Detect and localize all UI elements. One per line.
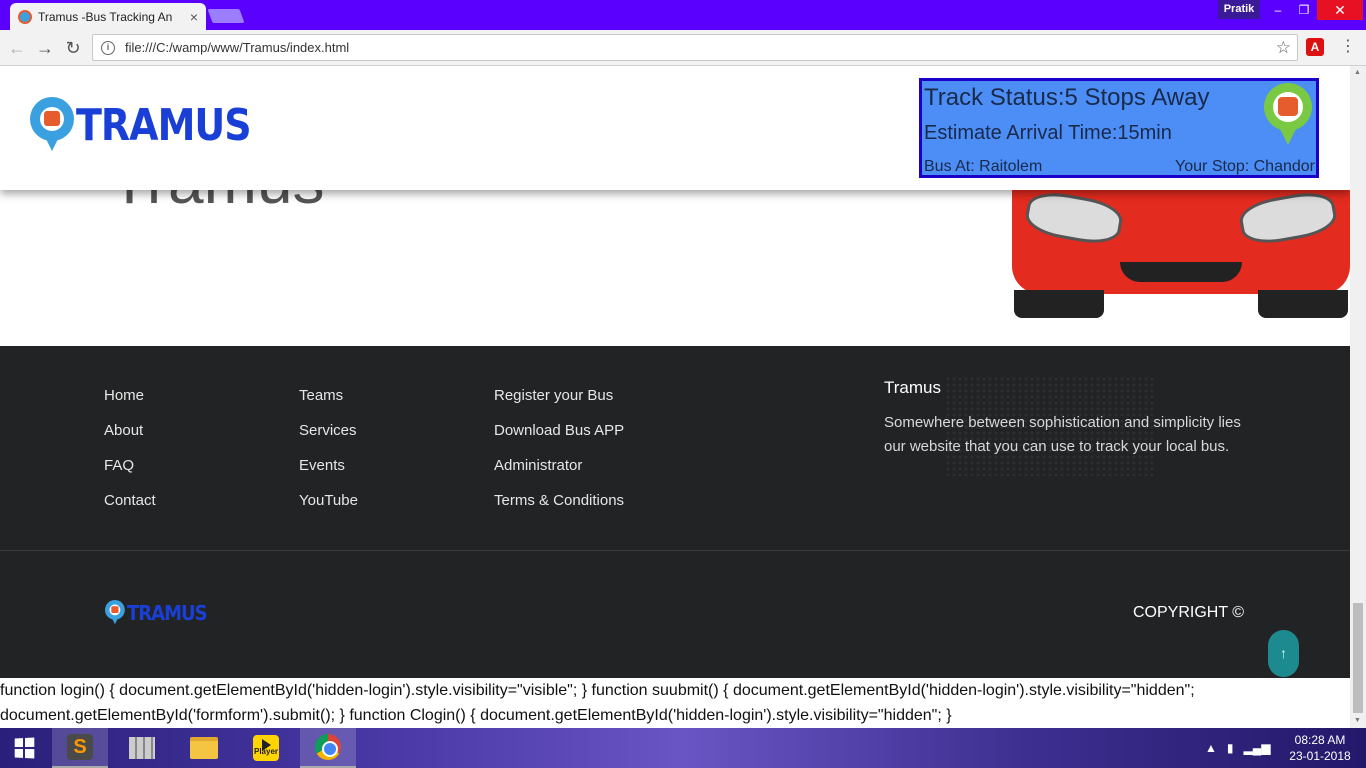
footer-about-title: Tramus	[884, 378, 941, 397]
close-window-button[interactable]: ✕	[1317, 0, 1363, 20]
taskbar-player[interactable]: Player	[238, 728, 294, 768]
bus-pin-icon	[105, 600, 125, 625]
maximize-button[interactable]: ❐	[1291, 0, 1317, 20]
app-blocks-icon	[129, 737, 155, 759]
battery-icon[interactable]: ▮	[1227, 741, 1234, 755]
bus-grille	[1120, 262, 1242, 282]
footer-link-teams[interactable]: Teams	[299, 386, 358, 421]
extension-icon[interactable]: A	[1306, 38, 1324, 56]
site-info-icon[interactable]: i	[101, 40, 115, 55]
forward-button[interactable]: →	[33, 36, 57, 60]
url-text[interactable]: file:///C:/wamp/www/Tramus/index.html	[125, 40, 1276, 55]
player-icon: Player	[253, 735, 279, 761]
copyright-text: COPYRIGHT ©	[1133, 604, 1245, 621]
user-stop: Your Stop: Chandor	[1175, 158, 1315, 175]
bus-pin-icon	[30, 97, 74, 153]
clock-time: 08:28 AM	[1294, 733, 1346, 747]
windows-logo-icon	[14, 737, 35, 759]
footer-link-terms[interactable]: Terms & Conditions	[494, 491, 624, 526]
footer-divider	[0, 550, 1350, 551]
address-bar[interactable]: i file:///C:/wamp/www/Tramus/index.html …	[92, 34, 1298, 61]
estimate-arrival: Estimate Arrival Time:15min	[924, 122, 1172, 144]
bus-wheel-left	[1014, 290, 1104, 318]
new-tab-button[interactable]	[207, 9, 245, 23]
minimize-button[interactable]: –	[1265, 0, 1291, 20]
footer-link-home[interactable]: Home	[104, 386, 156, 421]
footer-link-services[interactable]: Services	[299, 421, 358, 456]
footer-link-youtube[interactable]: YouTube	[299, 491, 358, 526]
bus-pin-icon	[1262, 83, 1314, 147]
logo-text: TRAMUS	[76, 99, 252, 151]
browser-toolbar: ← → ↻ i file:///C:/wamp/www/Tramus/index…	[0, 30, 1366, 66]
scroll-up-icon[interactable]: ▲	[1354, 69, 1361, 76]
raw-script-text: function login() { document.getElementBy…	[0, 682, 1195, 724]
browser-menu-icon[interactable]: ⋮	[1340, 37, 1356, 57]
scroll-to-top-button[interactable]: ↑	[1268, 630, 1299, 677]
tab-title: Tramus -Bus Tracking An	[38, 9, 173, 24]
bus-location: Bus At: Raitolem	[924, 158, 1043, 175]
back-button[interactable]: ←	[5, 36, 29, 60]
footer-link-download-app[interactable]: Download Bus APP	[494, 421, 624, 456]
footer-link-events[interactable]: Events	[299, 456, 358, 491]
footer-logo-text: TRAMUS	[127, 600, 208, 626]
taskbar-sublime[interactable]: S	[52, 728, 108, 768]
chrome-icon	[315, 734, 341, 760]
footer-link-administrator[interactable]: Administrator	[494, 456, 624, 491]
tab-favicon-icon	[18, 9, 32, 24]
footer-about-text: Somewhere between sophistication and sim…	[884, 414, 1241, 455]
footer-link-register-bus[interactable]: Register your Bus	[494, 386, 624, 421]
site-logo[interactable]: TRAMUS	[30, 96, 252, 154]
bus-wheel-right	[1258, 290, 1348, 318]
footer-links-col1: Home About FAQ Contact	[104, 386, 156, 526]
bus-image	[1012, 187, 1350, 318]
page-viewport: Tramus TRAMUS Track Status:5 Stops Away …	[0, 66, 1350, 728]
track-status: Track Status:5 Stops Away	[924, 84, 1210, 111]
reload-button[interactable]: ↻	[61, 36, 85, 60]
site-header: TRAMUS Track Status:5 Stops Away Estimat…	[0, 66, 1350, 190]
footer-link-contact[interactable]: Contact	[104, 491, 156, 526]
network-signal-icon[interactable]: ▂▄▆	[1244, 741, 1271, 755]
browser-tab[interactable]: Tramus -Bus Tracking An ×	[10, 3, 206, 30]
windows-taskbar: S Player ▲ ▮ ▂▄▆ 08:28 AM 23-01-2018	[0, 728, 1366, 768]
footer-logo[interactable]: TRAMUS	[105, 600, 208, 626]
taskbar-chrome[interactable]	[300, 728, 356, 768]
site-footer: Home About FAQ Contact Teams Services Ev…	[0, 346, 1350, 678]
tray-expand-icon[interactable]: ▲	[1205, 741, 1217, 755]
scroll-down-icon[interactable]: ▼	[1354, 717, 1361, 724]
footer-links-col3: Register your Bus Download Bus APP Admin…	[494, 386, 624, 526]
system-tray: ▲ ▮ ▂▄▆	[1205, 728, 1270, 768]
taskbar-file-explorer[interactable]	[176, 728, 232, 768]
footer-link-faq[interactable]: FAQ	[104, 456, 156, 491]
scrollbar-thumb[interactable]	[1353, 603, 1363, 713]
track-status-panel: Track Status:5 Stops Away Estimate Arriv…	[919, 78, 1319, 178]
profile-button[interactable]: Pratik	[1218, 0, 1260, 19]
file-explorer-icon	[190, 737, 218, 759]
footer-links-col2: Teams Services Events YouTube	[299, 386, 358, 526]
clock-date: 23-01-2018	[1289, 749, 1351, 763]
taskbar-clock[interactable]: 08:28 AM 23-01-2018	[1280, 732, 1360, 764]
footer-link-about[interactable]: About	[104, 421, 156, 456]
page-scrollbar[interactable]: ▲ ▼	[1350, 66, 1366, 728]
browser-titlebar: Tramus -Bus Tracking An × Pratik – ❐ ✕	[0, 0, 1366, 30]
sublime-text-icon: S	[67, 734, 93, 760]
bookmark-star-icon[interactable]: ☆	[1276, 38, 1291, 58]
start-button[interactable]	[0, 728, 48, 768]
taskbar-app-blocks[interactable]	[114, 728, 170, 768]
tab-close-icon[interactable]: ×	[190, 9, 198, 25]
